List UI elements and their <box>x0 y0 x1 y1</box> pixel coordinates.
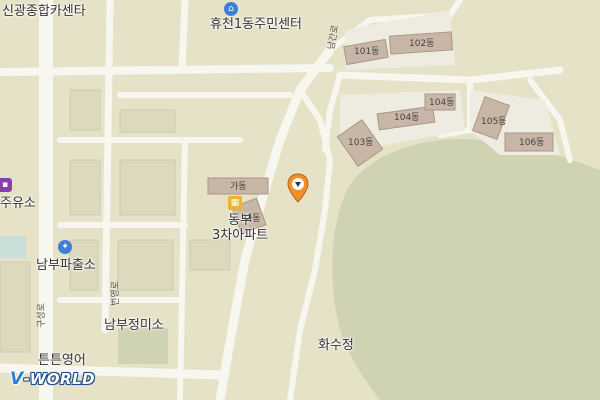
label-building-104a: 104동 <box>394 113 420 123</box>
label-nambu-police[interactable]: 남부파출소 <box>36 258 96 273</box>
label-gas-station[interactable]: 주유소 <box>0 196 36 211</box>
police-icon: ✦ <box>58 240 72 254</box>
label-building-na: 나동 <box>244 214 261 224</box>
label-sinkwang-carcenter[interactable]: 신광종합카센타 <box>2 4 86 19</box>
label-hyucheon1-center[interactable]: 휴천1동주민센터 <box>210 17 302 32</box>
label-teunteun-english[interactable]: 튼튼영어 <box>38 353 86 368</box>
logo-rest: -WORLD <box>23 370 96 388</box>
label-building-105: 105동 <box>481 117 507 127</box>
logo-v: V <box>10 369 24 389</box>
label-building-101: 101동 <box>354 47 380 57</box>
park-area <box>118 328 168 364</box>
road-label-beonyeongro: 번영로 <box>110 281 121 306</box>
label-hwasujeong[interactable]: 화수정 <box>318 338 354 353</box>
bus-icon: ▪ <box>0 178 12 192</box>
apartment-icon: ▦ <box>228 196 242 210</box>
label-building-102: 102동 <box>409 39 435 49</box>
location-pin-icon[interactable] <box>287 173 309 203</box>
label-nambu-barber[interactable]: 남부정미소 <box>104 318 164 333</box>
road-label-guseongro: 구성로 <box>36 303 47 328</box>
home-icon: ⌂ <box>224 2 238 16</box>
label-building-ga: 가동 <box>230 182 247 192</box>
label-building-104b: 104동 <box>429 98 455 108</box>
vworld-logo[interactable]: V-WORLD <box>10 368 95 390</box>
map-canvas[interactable] <box>0 0 600 400</box>
label-building-106: 106동 <box>519 138 545 148</box>
water-area <box>0 236 26 258</box>
green-hill-area <box>332 139 600 400</box>
label-building-103: 103동 <box>348 138 374 148</box>
